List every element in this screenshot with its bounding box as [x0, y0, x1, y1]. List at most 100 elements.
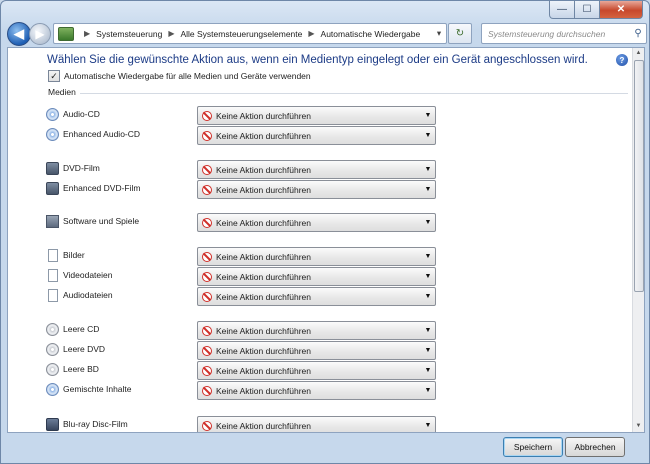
action-dropdown-value: Keine Aktion durchführen [216, 385, 311, 396]
action-dropdown[interactable]: Keine Aktion durchführen ▼ [197, 247, 436, 266]
media-label: Audio-CD [63, 109, 100, 119]
action-dropdown[interactable]: Keine Aktion durchführen ▼ [197, 180, 436, 199]
action-dropdown[interactable]: Keine Aktion durchführen ▼ [197, 361, 436, 380]
scroll-down-icon[interactable]: ▼ [633, 421, 644, 432]
blank-dvd-icon [46, 343, 59, 356]
breadcrumb-alle-elemente[interactable]: Alle Systemsteuerungselemente [180, 29, 302, 39]
no-action-icon [202, 217, 212, 228]
blank-bd-icon [46, 363, 59, 376]
mixed-content-icon [46, 383, 59, 396]
vertical-scrollbar[interactable]: ▲ ▼ [632, 48, 644, 432]
bluray-icon [46, 418, 59, 431]
action-dropdown[interactable]: Keine Aktion durchführen ▼ [197, 126, 436, 145]
page-heading: Wählen Sie die gewünschte Aktion aus, we… [47, 54, 588, 66]
media-label: Enhanced DVD-Film [63, 183, 141, 193]
action-dropdown[interactable]: Keine Aktion durchführen ▼ [197, 213, 436, 232]
media-row: Leere CD Keine Aktion durchführen ▼ [46, 321, 606, 340]
action-dropdown-value: Keine Aktion durchführen [216, 291, 311, 302]
action-dropdown[interactable]: Keine Aktion durchführen ▼ [197, 341, 436, 360]
blank-cd-icon [46, 323, 59, 336]
media-label: Leere BD [63, 364, 99, 374]
breadcrumb-automatische-wiedergabe[interactable]: Automatische Wiedergabe [321, 29, 421, 39]
back-button[interactable]: ◀ [7, 22, 31, 46]
scroll-up-icon[interactable]: ▲ [633, 48, 644, 59]
pictures-icon [48, 249, 58, 262]
dropdown-arrow-icon[interactable]: ▼ [421, 327, 435, 334]
no-action-icon [202, 365, 212, 376]
action-dropdown[interactable]: Keine Aktion durchführen ▼ [197, 321, 436, 340]
dropdown-arrow-icon[interactable]: ▼ [421, 273, 435, 280]
dropdown-arrow-icon[interactable]: ▼ [421, 219, 435, 226]
media-row: Enhanced Audio-CD Keine Aktion durchführe… [46, 126, 606, 145]
autoplay-checkbox[interactable]: ✓ [48, 70, 60, 82]
action-dropdown[interactable]: Keine Aktion durchführen ▼ [197, 287, 436, 306]
media-row: Software und Spiele Keine Aktion durchfüh… [46, 213, 606, 232]
media-label: Audiodateien [63, 290, 113, 300]
no-action-icon [202, 271, 212, 282]
media-group-title: Medien [48, 87, 76, 97]
dropdown-arrow-icon[interactable]: ▼ [421, 347, 435, 354]
breadcrumb-systemsteuerung[interactable]: Systemsteuerung [96, 29, 162, 39]
search-box[interactable]: Systemsteuerung durchsuchen ⚲ [481, 23, 647, 44]
action-dropdown-value: Keine Aktion durchführen [216, 325, 311, 336]
media-row: Enhanced DVD-Film Keine Aktion durchführe… [46, 180, 606, 199]
media-row: Leere BD Keine Aktion durchführen ▼ [46, 361, 606, 380]
chevron-right-icon[interactable]: ▶ [168, 29, 174, 38]
action-dropdown[interactable]: Keine Aktion durchführen ▼ [197, 160, 436, 179]
no-action-icon [202, 130, 212, 141]
autoplay-window: — ☐ ✕ ◀ ▶ ▶ Systemsteuerung ▶ Alle Syste… [0, 0, 650, 464]
audio-files-icon [48, 289, 58, 302]
dropdown-arrow-icon[interactable]: ▼ [421, 422, 435, 429]
no-action-icon [202, 420, 212, 431]
forward-button[interactable]: ▶ [29, 23, 51, 45]
media-row: Audiodateien Keine Aktion durchführen ▼ [46, 287, 606, 306]
media-label: Leere CD [63, 324, 100, 334]
group-divider [80, 93, 628, 94]
chevron-right-icon[interactable]: ▶ [84, 29, 90, 38]
media-label: Videodateien [63, 270, 113, 280]
dropdown-arrow-icon[interactable]: ▼ [421, 112, 435, 119]
media-row: Gemischte Inhalte Keine Aktion durchführe… [46, 381, 606, 400]
enhanced-dvd-film-icon [46, 182, 59, 195]
search-icon[interactable]: ⚲ [630, 28, 646, 39]
action-dropdown[interactable]: Keine Aktion durchführen ▼ [197, 267, 436, 286]
close-button[interactable]: ✕ [600, 1, 643, 19]
action-dropdown-value: Keine Aktion durchführen [216, 420, 311, 431]
help-icon[interactable]: ? [616, 54, 628, 66]
chevron-right-icon[interactable]: ▶ [308, 29, 314, 38]
action-dropdown-value: Keine Aktion durchführen [216, 184, 311, 195]
dropdown-arrow-icon[interactable]: ▼ [421, 387, 435, 394]
address-dropdown-icon[interactable]: ▾ [432, 24, 446, 43]
cancel-button[interactable]: Abbrechen [565, 437, 625, 457]
autoplay-checkbox-label: Automatische Wiedergabe für alle Medien … [64, 71, 311, 81]
media-row: Bilder Keine Aktion durchführen ▼ [46, 247, 606, 266]
search-input[interactable]: Systemsteuerung durchsuchen [482, 29, 630, 39]
action-dropdown-value: Keine Aktion durchführen [216, 217, 311, 228]
no-action-icon [202, 325, 212, 336]
scroll-thumb[interactable] [634, 60, 644, 292]
dropdown-arrow-icon[interactable]: ▼ [421, 186, 435, 193]
media-row: Audio-CD Keine Aktion durchführen ▼ [46, 106, 606, 125]
media-row: Videodateien Keine Aktion durchführen ▼ [46, 267, 606, 286]
save-button[interactable]: Speichern [503, 437, 563, 457]
refresh-button[interactable]: ↻ [448, 23, 472, 44]
dropdown-arrow-icon[interactable]: ▼ [421, 132, 435, 139]
address-bar[interactable]: ▶ Systemsteuerung ▶ Alle Systemsteuerung… [53, 23, 447, 44]
media-label: Bilder [63, 250, 85, 260]
audio-cd-icon [46, 108, 59, 121]
master-checkbox-row[interactable]: ✓ Automatische Wiedergabe für alle Medie… [48, 70, 311, 82]
dropdown-arrow-icon[interactable]: ▼ [421, 166, 435, 173]
media-label: Gemischte Inhalte [63, 384, 132, 394]
dropdown-arrow-icon[interactable]: ▼ [421, 293, 435, 300]
dropdown-arrow-icon[interactable]: ▼ [421, 367, 435, 374]
maximize-button[interactable]: ☐ [575, 1, 600, 19]
action-dropdown[interactable]: Keine Aktion durchführen ▼ [197, 416, 436, 432]
dropdown-arrow-icon[interactable]: ▼ [421, 253, 435, 260]
action-dropdown-value: Keine Aktion durchführen [216, 110, 311, 121]
refresh-icon: ↻ [455, 28, 465, 39]
action-dropdown-value: Keine Aktion durchführen [216, 271, 311, 282]
minimize-button[interactable]: — [549, 1, 575, 19]
media-label: Leere DVD [63, 344, 106, 354]
action-dropdown[interactable]: Keine Aktion durchführen ▼ [197, 381, 436, 400]
action-dropdown[interactable]: Keine Aktion durchführen ▼ [197, 106, 436, 125]
